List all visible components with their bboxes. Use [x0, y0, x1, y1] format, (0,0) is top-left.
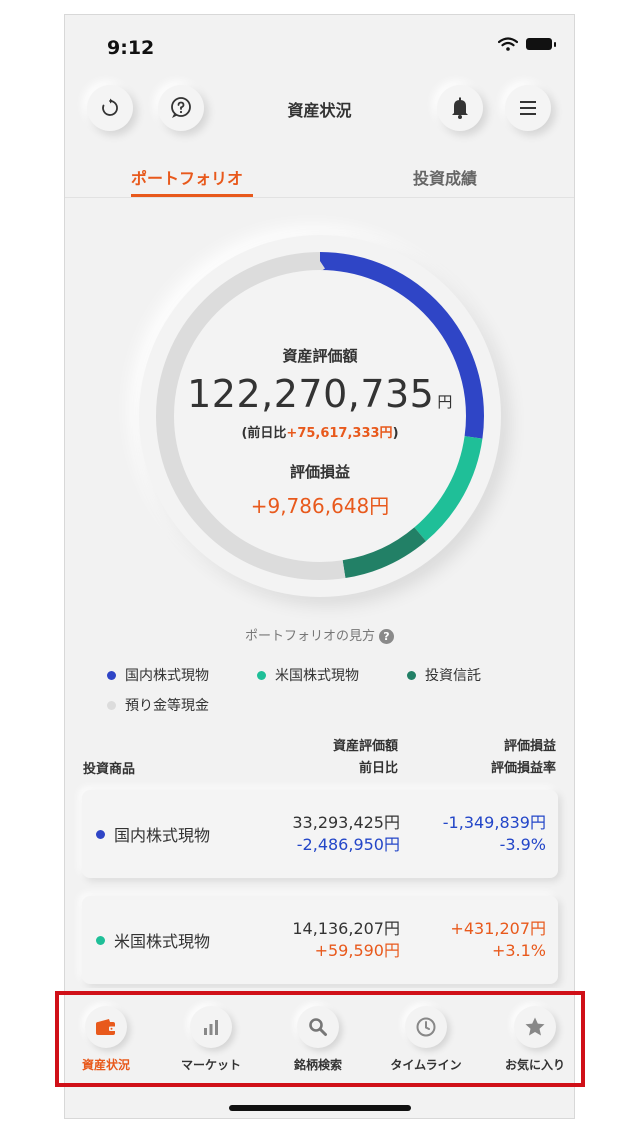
wifi-icon: [498, 37, 518, 51]
holding-dot: [96, 829, 105, 839]
gain-label: 評価損益: [289, 463, 350, 481]
annotation-highlight-box: [55, 991, 585, 1087]
gain-value: +9,786,648円: [250, 494, 390, 518]
legend-item-us: 米国株式現物: [257, 665, 359, 685]
holding-valuation: 14,136,207円 +59,590円: [292, 918, 400, 962]
holding-gain: -1,349,839円 -3.9%: [443, 812, 546, 856]
valuation-value: 33,293,425円: [292, 813, 400, 832]
gain-rate-value: +3.1%: [491, 941, 546, 960]
portfolio-donut-chart: 資産評価額 122,270,735 円 (前日比+75,617,333円) 評価損…: [139, 235, 501, 597]
asset-label: 資産評価額: [282, 347, 358, 365]
battery-icon: [526, 38, 556, 50]
legend-item-domestic: 国内株式現物: [107, 665, 209, 685]
prev-day-value: -2,486,950円: [296, 835, 400, 854]
header-gain-label: 評価損益: [503, 739, 556, 754]
prev-day-value: +75,617,333円: [286, 426, 393, 441]
prev-day-suffix: ): [392, 426, 399, 441]
home-indicator: [229, 1105, 411, 1111]
gain-value: +431,207円: [450, 919, 546, 938]
header-gain-rate-label: 評価損益率: [490, 761, 556, 776]
legend-item-cash: 預り金等現金: [107, 695, 209, 715]
tab-divider: [65, 197, 574, 198]
legend-label: 国内株式現物: [125, 668, 209, 684]
tab-performance[interactable]: 投資成績: [413, 165, 477, 189]
menu-button[interactable]: [505, 85, 551, 131]
prev-day-prefix: (前日比: [241, 426, 287, 441]
header-gain: 評価損益 評価損益率: [491, 736, 556, 780]
asset-value-row: 122,270,735 円: [139, 372, 501, 416]
gain-value: -1,349,839円: [442, 813, 546, 832]
holding-label: 国内株式現物: [114, 826, 211, 845]
holding-gain: +431,207円 +3.1%: [450, 918, 546, 962]
asset-value: 122,270,735: [187, 372, 435, 416]
holding-card-us[interactable]: 米国株式現物 14,136,207円 +59,590円 +431,207円 +3…: [82, 896, 558, 984]
page-title: 資産状況: [287, 101, 352, 120]
legend-dot: [407, 670, 416, 680]
legend-dot: [107, 700, 116, 710]
header-product: 投資商品: [83, 762, 136, 777]
legend-label: 投資信託: [425, 668, 481, 684]
phone-screen: 9:12 資産状況 ポートフォリオ 投資成績 資産評価額 122,270,735…: [64, 14, 575, 1119]
donut-center: 資産評価額 122,270,735 円 (前日比+75,617,333円) 評価損…: [139, 345, 501, 519]
tab-bar: ポートフォリオ 投資成績: [65, 165, 574, 201]
legend-label: 米国株式現物: [275, 668, 359, 684]
howto-label: ポートフォリオの見方: [244, 629, 375, 644]
holding-valuation: 33,293,425円 -2,486,950円: [292, 812, 400, 856]
legend-item-fund: 投資信託: [407, 665, 481, 685]
holding-name: 米国株式現物: [96, 928, 210, 952]
prev-day-value: +59,590円: [314, 941, 400, 960]
question-icon: ?: [379, 629, 394, 644]
valuation-value: 14,136,207円: [292, 919, 400, 938]
menu-icon: [520, 101, 536, 115]
portfolio-howto-link[interactable]: ポートフォリオの見方?: [65, 625, 574, 644]
holding-dot: [96, 935, 105, 945]
legend-dot: [107, 670, 116, 680]
notifications-button[interactable]: [437, 85, 483, 131]
asset-unit: 円: [437, 393, 453, 411]
holding-label: 米国株式現物: [114, 932, 211, 951]
status-icons: [498, 37, 556, 51]
status-time: 9:12: [107, 37, 155, 59]
legend-dot: [257, 670, 266, 680]
header-valuation-label: 資産評価額: [332, 739, 398, 754]
holding-card-domestic[interactable]: 国内株式現物 33,293,425円 -2,486,950円 -1,349,83…: [82, 790, 558, 878]
prev-day-change: (前日比+75,617,333円): [139, 422, 501, 441]
header-valuation: 資産評価額 前日比: [333, 736, 398, 780]
legend-label: 預り金等現金: [125, 698, 209, 714]
bell-icon: [452, 97, 468, 119]
tab-portfolio[interactable]: ポートフォリオ: [131, 165, 243, 189]
header-prev-day-label: 前日比: [358, 761, 398, 776]
holding-name: 国内株式現物: [96, 822, 210, 846]
gain-rate-value: -3.9%: [499, 835, 546, 854]
